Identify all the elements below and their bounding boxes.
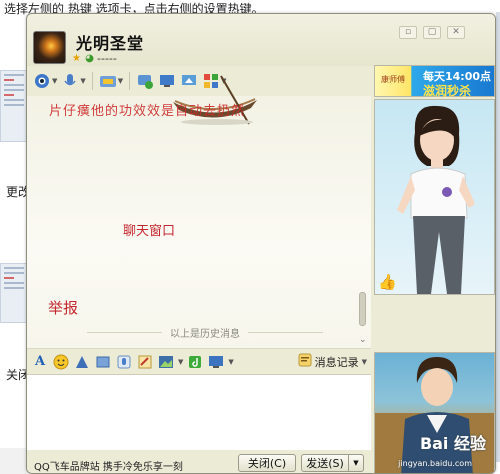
online-status-icon: ◕	[85, 53, 94, 64]
qq-chat-window: 光明圣堂 ★ ◕ ----- ▫ ▢ ✕ ▼ ▼ ▼ 片仔癀他的功效效是自动去扔…	[26, 13, 496, 474]
chat-window-annotation: 聊天窗口	[123, 224, 176, 239]
window-minimize-button[interactable]: ▫	[399, 26, 417, 39]
add-friend-button[interactable]	[136, 70, 154, 92]
contact-signature: -----	[97, 52, 117, 65]
chevron-down-icon[interactable]: ▼	[80, 77, 85, 85]
history-divider-label: 以上是历史消息	[170, 329, 240, 340]
chevron-down-icon[interactable]: ▼	[118, 77, 123, 85]
chevron-down-icon[interactable]: ▼	[228, 358, 233, 366]
add-friend-icon	[136, 72, 154, 90]
ad-banner[interactable]: 康师傅 每天14:00点 滋润秒杀	[374, 65, 495, 98]
chevron-down-icon: ▼	[361, 357, 367, 366]
voice-call-button[interactable]: ▼	[61, 70, 86, 92]
font-icon[interactable]: A	[31, 353, 49, 371]
chevron-down-icon[interactable]: ▼	[52, 77, 57, 85]
background-scrollbar	[496, 12, 500, 462]
contact-name: 光明圣堂	[76, 34, 145, 53]
file-transfer-button[interactable]: ▼	[99, 70, 123, 92]
qq-show-self[interactable]: Bai 经验 jingyan.baidu.com	[374, 352, 495, 473]
doodle-icon[interactable]	[136, 353, 154, 371]
baidu-watermark: Bai 经验	[419, 434, 486, 453]
female-avatar-illustration	[397, 105, 475, 294]
close-button[interactable]: 关闭(C)	[238, 454, 296, 472]
nudge-icon[interactable]	[73, 353, 91, 371]
toolbar-divider	[91, 72, 93, 90]
qq-show-contact[interactable]	[374, 99, 495, 295]
thumbs-up-icon[interactable]: 👍	[378, 273, 397, 291]
voice-message-icon[interactable]	[115, 353, 133, 371]
ad-brand: 康师傅	[381, 75, 405, 84]
video-call-button[interactable]: ▼	[33, 70, 57, 92]
background-footer	[0, 448, 28, 474]
chat-footer: QQ飞车品牌站 携手冷免乐享一刻 关闭(C) 发送(S) ▼	[27, 450, 371, 473]
input-toolbar: A ▼ ▼ 消息记录 ▼	[27, 348, 371, 374]
voice-icon	[61, 72, 79, 90]
chevron-down-icon: ▼	[353, 459, 359, 467]
window-close-button[interactable]: ✕	[447, 26, 465, 39]
message-history-label: 消息记录	[314, 355, 359, 369]
message-input[interactable]	[27, 374, 371, 450]
scroll-to-bottom-icon[interactable]: ⌄	[359, 335, 367, 345]
contact-avatar[interactable]	[33, 31, 66, 64]
toolbar-divider	[129, 72, 131, 90]
ad-line2: 滋润秒杀	[423, 84, 472, 98]
emoji-icon[interactable]	[52, 353, 70, 371]
contact-status: ★ ◕ -----	[71, 52, 117, 65]
chat-scrollbar-thumb[interactable]	[359, 292, 366, 326]
background-thumbnail	[0, 70, 28, 142]
message-history-icon	[298, 353, 312, 370]
chat-header: 光明圣堂 ★ ◕ ----- ▫ ▢ ✕	[27, 14, 495, 66]
music-icon[interactable]	[186, 353, 204, 371]
report-annotation: 举报	[48, 299, 79, 317]
image-icon[interactable]	[157, 353, 175, 371]
window-maximize-button[interactable]: ▢	[423, 26, 441, 39]
video-icon	[33, 72, 51, 90]
file-transfer-icon	[99, 72, 117, 90]
screenshot-icon[interactable]	[94, 353, 112, 371]
message-history-button[interactable]: 消息记录 ▼	[298, 353, 367, 370]
chevron-down-icon[interactable]: ▼	[178, 358, 183, 366]
screen-share-icon[interactable]	[207, 353, 225, 371]
star-icon: ★	[72, 53, 81, 64]
chat-message-text: 片仔癀他的功效效是自动去扔然	[49, 104, 246, 119]
history-divider: 以上是历史消息	[87, 325, 323, 340]
send-options-dropdown[interactable]: ▼	[348, 454, 364, 472]
baidu-watermark-url: jingyan.baidu.com	[398, 459, 472, 468]
footer-ad-link[interactable]: QQ飞车品牌站 携手冷免乐享一刻	[34, 458, 183, 473]
send-button[interactable]: 发送(S)	[301, 454, 349, 472]
male-avatar-illustration	[375, 357, 494, 473]
background-thumbnail-2	[0, 263, 28, 323]
chat-history-area[interactable]: 片仔癀他的功效效是自动去扔然 聊天窗口 举报 以上是历史消息 ⌄	[27, 75, 371, 348]
